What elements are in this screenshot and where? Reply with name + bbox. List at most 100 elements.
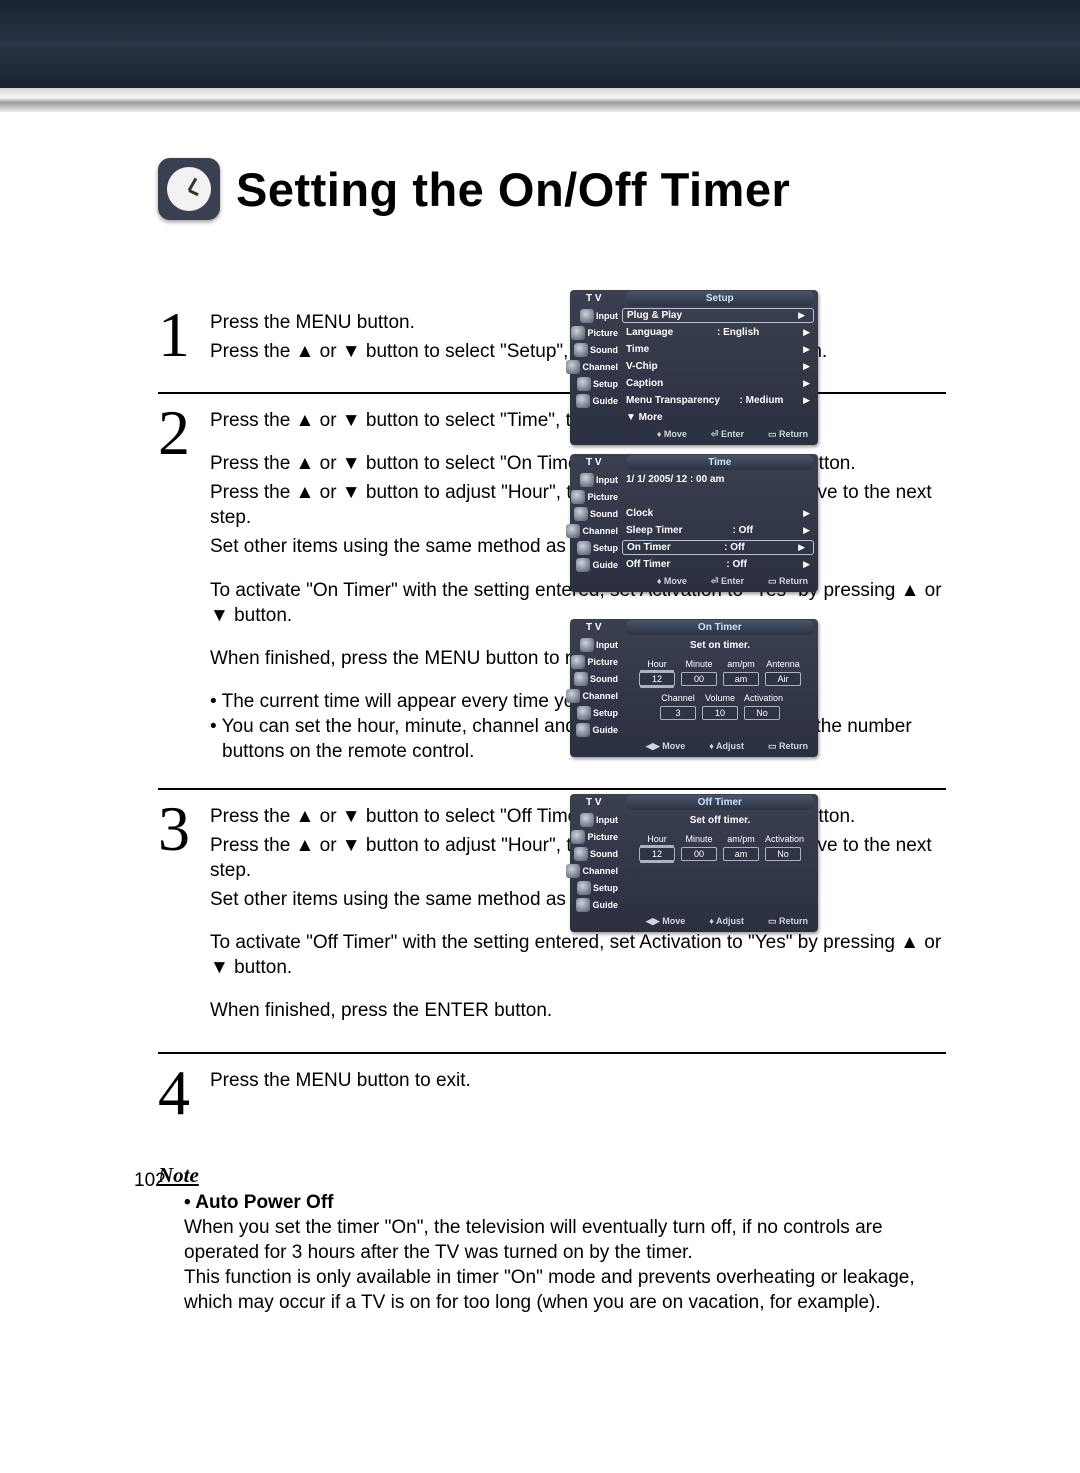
note-section: Note • Auto Power Off When you set the t…	[158, 1163, 946, 1315]
osd-tv-label: T V	[570, 293, 602, 304]
osd-setup: T V Setup InputPlug & Play▶ PictureLangu…	[570, 290, 818, 445]
osd-col-header: Channel	[660, 693, 696, 703]
osd-cell: Air	[765, 672, 801, 686]
osd-panel-title: Off Timer	[626, 795, 814, 810]
osd-cell: am	[723, 847, 759, 861]
osd-hint-return: ▭ Return	[768, 429, 808, 440]
osd-panel-title: Time	[626, 455, 814, 470]
osd-panel-title: On Timer	[626, 620, 814, 635]
osd-sidebar-item: Setup	[593, 379, 618, 389]
note-heading: • Auto Power Off	[184, 1190, 946, 1215]
note-label: Note	[158, 1163, 946, 1188]
osd-sidebar-item: Input	[596, 475, 618, 485]
osd-sidebar-item: Sound	[590, 345, 618, 355]
osd-cell: 12	[639, 847, 675, 861]
osd-sidebar-item: Input	[596, 311, 618, 321]
osd-sidebar-item: Channel	[582, 362, 618, 372]
step-4: 4 Press the MENU button to exit.	[158, 1052, 946, 1130]
osd-item-value: : Off	[726, 559, 747, 570]
osd-hint-return: ▭ Return	[768, 576, 808, 587]
chevron-right-icon: ▶	[803, 395, 810, 406]
osd-time: T V Time Input 1/ 1/ 2005/ 12 : 00 am Pic…	[570, 454, 818, 592]
osd-item-label: Caption	[626, 378, 663, 389]
osd-tv-label: T V	[570, 797, 602, 808]
osd-hint-enter: ⏎ Enter	[711, 429, 744, 440]
chevron-right-icon: ▶	[803, 344, 810, 355]
osd-item-label: Language	[626, 327, 673, 338]
osd-hint-move: ♦ Move	[657, 429, 687, 440]
osd-sidebar-item: Sound	[590, 849, 618, 859]
osd-item-label: Menu Transparency	[626, 395, 720, 406]
osd-cell: 00	[681, 847, 717, 861]
chevron-right-icon: ▶	[803, 378, 810, 389]
osd-sidebar-item: Guide	[592, 900, 618, 910]
osd-sidebar-item: Setup	[593, 883, 618, 893]
osd-col-header: Activation	[744, 693, 780, 703]
osd-col-header: Activation	[765, 834, 801, 844]
osd-sidebar-item: Input	[596, 640, 618, 650]
chevron-right-icon: ▶	[803, 559, 810, 570]
osd-cell: No	[744, 706, 780, 720]
osd-footer: ◀▶ Move ♦ Adjust ▭ Return	[570, 913, 818, 930]
osd-sidebar-item: Guide	[592, 560, 618, 570]
step-body: Press the MENU button to exit.	[210, 1064, 946, 1122]
osd-sidebar-item: Setup	[593, 708, 618, 718]
osd-item-value: : Off	[724, 542, 745, 553]
osd-sidebar-item: Picture	[587, 328, 618, 338]
chevron-right-icon: ▶	[798, 542, 805, 553]
step-3: 3 Press the ▲ or ▼ button to select "Off…	[158, 788, 946, 1052]
osd-item-label: Clock	[626, 508, 653, 519]
osd-col-header: Hour	[639, 659, 675, 669]
page-number: 102	[134, 1170, 166, 1192]
step-1: 1 Press the MENU button. Press the ▲ or …	[158, 306, 946, 392]
chevron-right-icon: ▶	[803, 361, 810, 372]
osd-hint-adjust: ♦ Adjust	[709, 916, 744, 927]
osd-cell: 00	[681, 672, 717, 686]
top-gradient-bar	[0, 0, 1080, 88]
osd-subtitle: Set on timer.	[622, 637, 818, 653]
osd-item-label: On Timer	[627, 542, 671, 553]
osd-cell: 3	[660, 706, 696, 720]
osd-cell: 10	[702, 706, 738, 720]
chevron-right-icon: ▶	[798, 310, 805, 321]
step-text: Press the MENU button to exit.	[210, 1068, 946, 1093]
step-number: 1	[158, 306, 196, 368]
osd-item-label: Sleep Timer	[626, 525, 683, 536]
osd-hint-move: ◀▶ Move	[646, 741, 685, 752]
osd-current-time: 1/ 1/ 2005/ 12 : 00 am	[626, 474, 724, 485]
osd-sidebar-item: Channel	[582, 691, 618, 701]
page-content: Setting the On/Off Timer 1 Press the MEN…	[0, 112, 1080, 1316]
title-row: Setting the On/Off Timer	[158, 158, 946, 220]
step-text: When finished, press the ENTER button.	[210, 998, 946, 1023]
osd-cell: No	[765, 847, 801, 861]
osd-col-header: Volume	[702, 693, 738, 703]
osd-footer: ♦ Move ⏎ Enter ▭ Return	[570, 426, 818, 443]
osd-subtitle: Set off timer.	[622, 812, 818, 828]
osd-tv-label: T V	[570, 622, 602, 633]
osd-col-header: Minute	[681, 659, 717, 669]
osd-panel-title: Setup	[626, 291, 814, 306]
osd-sidebar-item: Picture	[587, 657, 618, 667]
note-body: • Auto Power Off When you set the timer …	[184, 1190, 946, 1315]
osd-sidebar-item: Setup	[593, 543, 618, 553]
osd-tv-label: T V	[570, 457, 602, 468]
osd-cell: am	[723, 672, 759, 686]
osd-item-label: Off Timer	[626, 559, 670, 570]
osd-sidebar-item: Picture	[587, 492, 618, 502]
osd-col-header: Hour	[639, 834, 675, 844]
osd-item-label: V-Chip	[626, 361, 658, 372]
osd-col-header: Antenna	[765, 659, 801, 669]
note-text: When you set the timer "On", the televis…	[184, 1215, 946, 1265]
osd-sidebar-item: Guide	[592, 396, 618, 406]
osd-item-label: Time	[626, 344, 649, 355]
step-number: 3	[158, 800, 196, 1028]
osd-item-value: : Medium	[740, 395, 784, 406]
osd-cell: 12	[639, 672, 675, 686]
step-number: 2	[158, 404, 196, 764]
step-2: 2 Press the ▲ or ▼ button to select "Tim…	[158, 392, 946, 788]
osd-footer: ♦ Move ⏎ Enter ▭ Return	[570, 573, 818, 590]
note-text: This function is only available in timer…	[184, 1265, 946, 1315]
osd-item-value: : English	[717, 327, 759, 338]
osd-sidebar-item: Picture	[587, 832, 618, 842]
osd-hint-return: ▭ Return	[768, 916, 808, 927]
